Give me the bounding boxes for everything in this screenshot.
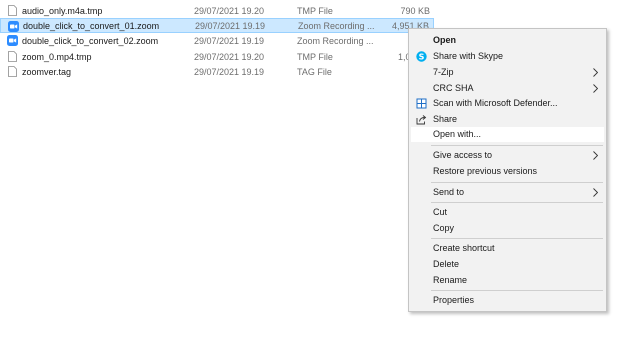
zoom-icon: [7, 35, 18, 46]
chevron-right-icon: [593, 188, 598, 197]
skype-icon: S: [416, 51, 427, 62]
menu-item-7zip[interactable]: 7-Zip: [411, 65, 604, 80]
menu-item-cut[interactable]: Cut: [411, 205, 604, 220]
file-date: 29/07/2021 19.20: [194, 5, 265, 16]
defender-shield-icon: [416, 98, 427, 109]
file-date: 29/07/2021 19.19: [195, 20, 266, 31]
menu-separator: [431, 182, 603, 183]
chevron-right-icon: [593, 68, 598, 77]
file-type: Zoom Recording ...: [298, 20, 375, 31]
context-menu: Open S Share with Skype 7-Zip CRC SHA Sc…: [408, 28, 607, 312]
file-date: 29/07/2021 19.20: [194, 51, 265, 62]
menu-item-label: Open: [433, 35, 457, 45]
file-row-selected[interactable]: double_click_to_convert_01.zoom 29/07/20…: [0, 18, 434, 33]
menu-item-label: CRC SHA: [433, 83, 474, 93]
file-type: TAG File: [297, 66, 332, 77]
menu-item-label: Share with Skype: [433, 51, 504, 61]
share-icon: [416, 115, 427, 125]
menu-item-share-with-skype[interactable]: S Share with Skype: [411, 49, 604, 64]
file-row[interactable]: audio_only.m4a.tmp 29/07/2021 19.20 TMP …: [0, 3, 434, 18]
file-name: double_click_to_convert_02.zoom: [22, 35, 159, 46]
menu-item-label: Cut: [433, 207, 448, 217]
menu-item-label: Send to: [433, 187, 465, 197]
menu-separator: [431, 202, 603, 203]
menu-item-restore-versions[interactable]: Restore previous versions: [411, 164, 604, 179]
menu-item-properties[interactable]: Properties: [411, 293, 604, 308]
blank-file-icon: [8, 51, 17, 62]
file-name: zoom_0.mp4.tmp: [22, 51, 92, 62]
file-row[interactable]: double_click_to_convert_02.zoom 29/07/20…: [0, 33, 434, 48]
blank-file-icon: [8, 5, 17, 16]
file-date: 29/07/2021 19.19: [194, 35, 265, 46]
menu-item-label: Share: [433, 114, 458, 124]
file-row[interactable]: zoomver.tag 29/07/2021 19.19 TAG File: [0, 64, 434, 79]
menu-item-label: Scan with Microsoft Defender...: [433, 98, 558, 108]
menu-item-share[interactable]: Share: [411, 112, 604, 127]
menu-item-delete[interactable]: Delete: [411, 257, 604, 272]
file-name: double_click_to_convert_01.zoom: [23, 20, 160, 31]
menu-item-scan-defender[interactable]: Scan with Microsoft Defender...: [411, 96, 604, 111]
menu-item-copy[interactable]: Copy: [411, 221, 604, 236]
menu-item-label: Copy: [433, 223, 455, 233]
menu-item-label: Properties: [433, 295, 475, 305]
menu-item-label: Rename: [433, 275, 468, 285]
menu-item-label: 7-Zip: [433, 67, 454, 77]
menu-separator: [431, 290, 603, 291]
blank-file-icon: [8, 66, 17, 77]
zoom-icon: [8, 21, 19, 32]
menu-separator: [431, 238, 603, 239]
file-name: zoomver.tag: [22, 66, 72, 77]
menu-item-crc-sha[interactable]: CRC SHA: [411, 81, 604, 96]
file-date: 29/07/2021 19.19: [194, 66, 265, 77]
menu-item-label: Give access to: [433, 150, 493, 160]
menu-item-open-with[interactable]: Open with...: [411, 127, 604, 142]
file-type: TMP File: [297, 5, 333, 16]
menu-item-rename[interactable]: Rename: [411, 273, 604, 288]
file-explorer-view: audio_only.m4a.tmp 29/07/2021 19.20 TMP …: [0, 0, 639, 340]
menu-item-send-to[interactable]: Send to: [411, 185, 604, 200]
menu-item-label: Open with...: [433, 129, 482, 139]
chevron-right-icon: [593, 84, 598, 93]
file-row[interactable]: zoom_0.mp4.tmp 29/07/2021 19.20 TMP File…: [0, 49, 434, 64]
menu-item-open[interactable]: Open: [411, 33, 604, 48]
file-type: TMP File: [297, 51, 333, 62]
menu-separator: [431, 145, 603, 146]
chevron-right-icon: [593, 151, 598, 160]
menu-item-label: Create shortcut: [433, 243, 495, 253]
menu-item-create-shortcut[interactable]: Create shortcut: [411, 241, 604, 256]
file-name: audio_only.m4a.tmp: [22, 5, 103, 16]
menu-item-give-access[interactable]: Give access to: [411, 148, 604, 163]
menu-item-label: Restore previous versions: [433, 166, 538, 176]
svg-text:S: S: [419, 52, 425, 61]
menu-item-label: Delete: [433, 259, 460, 269]
file-type: Zoom Recording ...: [297, 35, 374, 46]
file-size: 790 KB: [400, 5, 430, 16]
